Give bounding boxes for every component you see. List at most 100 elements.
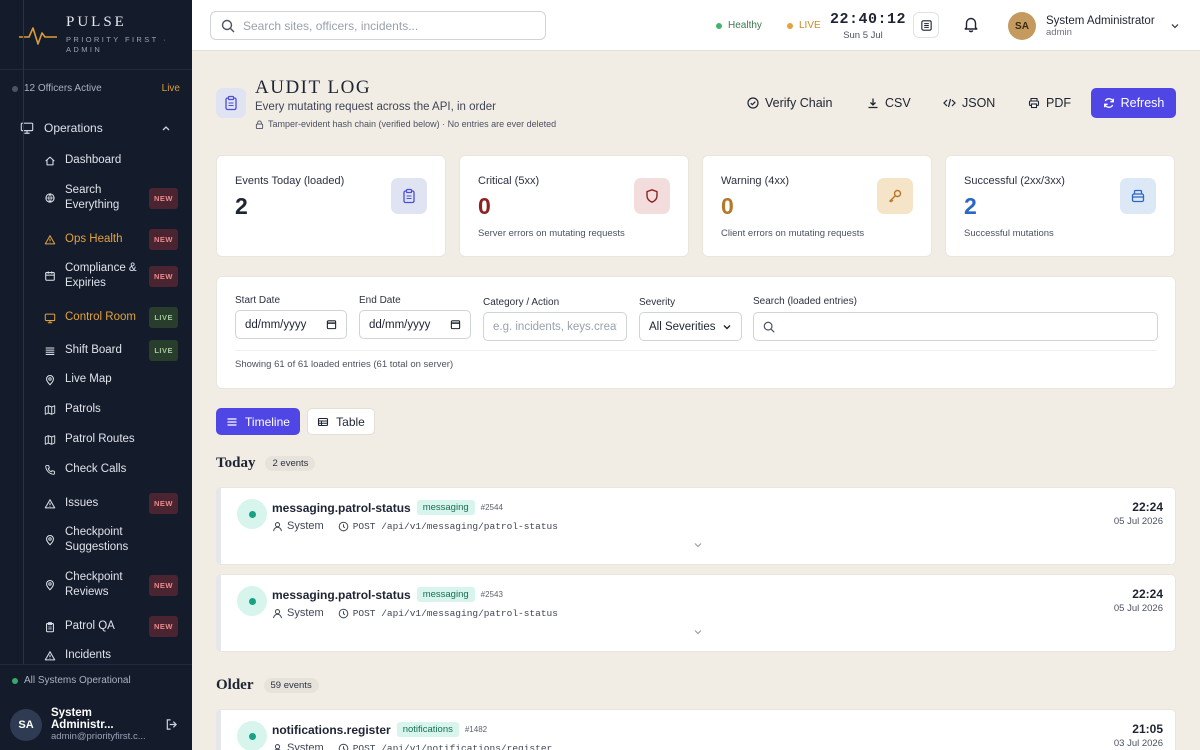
refresh-button[interactable]: Refresh	[1091, 88, 1176, 118]
entry-id: #2543	[480, 590, 503, 599]
stat-card-successful: Successful (2xx/3xx) 2 Successful mutati…	[945, 155, 1175, 257]
entry-category-tag: messaging	[416, 587, 475, 602]
user-name: System Administrator	[1046, 14, 1155, 27]
page-title: AUDIT LOG	[255, 77, 372, 98]
start-date-label: Start Date	[235, 295, 281, 306]
sidebar-item-patrol-routes[interactable]: Patrol Routes	[44, 432, 178, 447]
map-pin-icon	[44, 534, 56, 546]
sidebar-item-live-map[interactable]: Live Map	[44, 372, 178, 387]
map-icon	[44, 434, 56, 446]
table-view-button[interactable]: Table	[307, 408, 375, 435]
map-pin-icon	[44, 579, 56, 591]
clipboard-icon	[44, 621, 56, 633]
status-dot	[12, 677, 18, 684]
sidebar-item-label: Checkpoint Reviews	[65, 571, 123, 598]
sidebar-item-issues[interactable]: Issues NEW	[44, 493, 178, 514]
sidebar-item-label: Control Room	[65, 311, 136, 323]
printer-icon	[1028, 97, 1040, 109]
user-menu[interactable]: SA System Administrator admin	[1008, 12, 1181, 40]
clipboard-icon	[216, 88, 246, 118]
severity-select[interactable]: All Severities	[639, 312, 742, 341]
entry-id: #2544	[480, 503, 503, 512]
entry-meta: System POST /api/v1/messaging/patrol-stat…	[272, 520, 558, 532]
user-icon	[272, 608, 283, 619]
entry-action: notifications.register	[272, 722, 391, 737]
stat-value: 0	[478, 193, 491, 219]
entry-date: 05 Jul 2026	[1113, 516, 1163, 527]
entries-search-input[interactable]	[753, 312, 1158, 341]
sidebar-item-check-calls[interactable]: Check Calls	[44, 462, 178, 477]
entry-meta: System POST /api/v1/notifications/registe…	[272, 742, 552, 750]
audit-entry[interactable]: messaging.patrol-status messaging #2543 Sys…	[216, 574, 1176, 652]
sidebar-item-checkpoint-reviews[interactable]: Checkpoint Reviews NEW	[44, 570, 178, 600]
chevron-down-icon	[1169, 20, 1181, 32]
sidebar-item-dashboard[interactable]: Dashboard	[44, 153, 178, 168]
search-icon	[221, 19, 235, 33]
sidebar-item-ops-health[interactable]: Ops Health NEW	[44, 229, 178, 250]
severity-label: Severity	[639, 297, 676, 308]
verify-chain-button[interactable]: Verify Chain	[747, 89, 832, 117]
sidebar-item-incidents[interactable]: Incidents	[44, 648, 178, 663]
entry-request: POST /api/v1/notifications/register	[352, 742, 553, 750]
nav-badge: NEW	[149, 574, 178, 596]
pdf-print-button[interactable]: PDF	[1028, 89, 1071, 117]
info-icon	[338, 521, 349, 532]
stat-value: 2	[235, 193, 248, 219]
chevron-down-icon[interactable]	[693, 540, 703, 550]
warning-icon	[44, 650, 56, 662]
audit-entry[interactable]: notifications.register notifications #1482…	[216, 709, 1176, 750]
table-icon	[317, 416, 329, 428]
list-icon	[44, 345, 56, 357]
refresh-label: Refresh	[1120, 96, 1165, 110]
entry-time: 22:24	[1132, 500, 1163, 514]
sidebar-item-control-room[interactable]: Control Room LIVE	[44, 307, 178, 328]
start-date-value: dd/mm/yyyy	[245, 318, 307, 331]
phone-icon	[44, 464, 56, 476]
audit-entry[interactable]: messaging.patrol-status messaging #2544 Sys…	[216, 487, 1176, 565]
sidebar-item-label: Ops Health	[65, 233, 123, 245]
notifications-button[interactable]	[962, 15, 980, 33]
json-export-button[interactable]: JSON	[943, 89, 995, 117]
pdf-label: PDF	[1046, 96, 1071, 110]
sidebar-item-search-everything[interactable]: Search Everything NEW	[44, 183, 178, 213]
nav-badge: NEW	[149, 493, 178, 514]
warning-icon	[44, 234, 56, 246]
nav-badge: NEW	[149, 229, 178, 250]
sidebar-item-compliance-expiries[interactable]: Compliance & Expiries NEW	[44, 261, 178, 291]
calendar-icon	[450, 319, 461, 330]
timeline-view-button[interactable]: Timeline	[216, 408, 300, 435]
end-date-label: End Date	[359, 295, 401, 306]
stat-description: Server errors on mutating requests	[478, 228, 625, 239]
health-indicator: Healthy	[716, 20, 762, 31]
warning-icon	[44, 498, 56, 510]
sidebar-item-patrol-qa[interactable]: Patrol QA NEW	[44, 616, 178, 637]
table-label: Table	[336, 414, 365, 429]
logout-icon[interactable]	[165, 718, 178, 731]
sidebar-item-checkpoint-suggestions[interactable]: Checkpoint Suggestions	[44, 525, 178, 555]
sidebar-item-patrols[interactable]: Patrols	[44, 402, 178, 417]
sidebar-item-shift-board[interactable]: Shift Board LIVE	[44, 340, 178, 361]
csv-export-button[interactable]: CSV	[867, 89, 911, 117]
sidebar-footer: All Systems Operational SA System Admini…	[0, 664, 192, 750]
global-search[interactable]	[210, 11, 546, 40]
group-count: 59 events	[263, 678, 319, 693]
ledger-button[interactable]	[913, 12, 939, 38]
nav-badge: LIVE	[149, 307, 178, 328]
status-dot-icon	[237, 499, 267, 529]
bell-icon	[962, 15, 980, 33]
group-label: Today	[216, 455, 256, 471]
category-input[interactable]: e.g. incidents, keys.create	[483, 312, 627, 341]
search-input[interactable]	[243, 18, 545, 33]
entry-title: messaging.patrol-status messaging #2543	[272, 587, 503, 602]
severity-value: All Severities	[649, 320, 716, 333]
group-count: 2 events	[265, 456, 316, 471]
end-date-input[interactable]: dd/mm/yyyy	[359, 310, 471, 339]
sidebar-item-label: Patrols	[65, 403, 101, 415]
key-icon	[877, 178, 913, 214]
sidebar: PULSE PRIORITY FIRST · ADMIN 12 Officers …	[0, 0, 192, 750]
chevron-down-icon[interactable]	[693, 627, 703, 637]
start-date-input[interactable]: dd/mm/yyyy	[235, 310, 347, 339]
sidebar-nav: Dashboard Search Everything NEW Ops Health N…	[23, 0, 192, 750]
sidebar-item-label: Check Calls	[65, 463, 127, 475]
sidebar-user-card[interactable]: SA System Administr... admin@priorityfir…	[10, 707, 178, 742]
